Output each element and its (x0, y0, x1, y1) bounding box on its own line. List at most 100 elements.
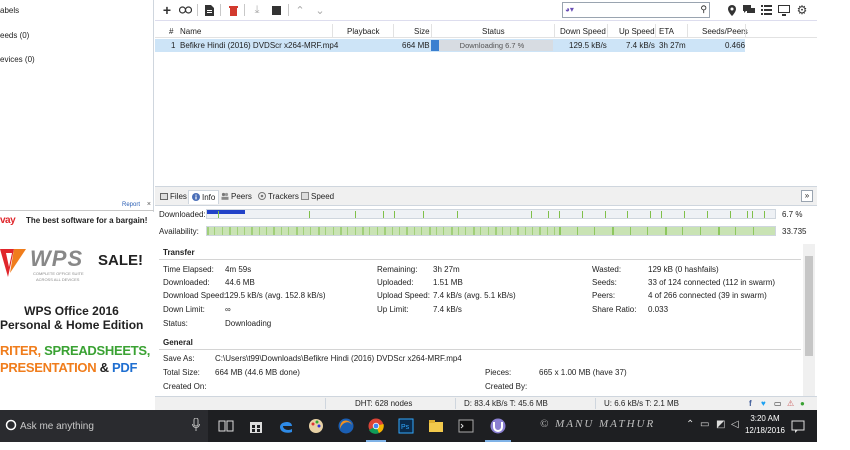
connection-ok-icon[interactable]: ● (800, 399, 805, 408)
row-size: 664 MB (402, 41, 430, 50)
ad-edition: Personal & Home Edition (0, 318, 144, 332)
availability-streak (258, 227, 260, 235)
column-divider (431, 24, 432, 38)
tab-files[interactable]: Files (157, 190, 190, 204)
stop-icon[interactable] (268, 2, 284, 18)
chrome-icon[interactable] (367, 417, 385, 435)
remote-icon[interactable] (776, 2, 792, 18)
tray-expand-icon[interactable]: ⌃ (686, 419, 694, 430)
create-torrent-icon[interactable] (201, 2, 217, 18)
downloaded-piece-mark (456, 211, 458, 218)
status-download[interactable]: D: 83.4 kB/s T: 45.6 MB (464, 399, 548, 408)
search-icon[interactable]: ⚲ (700, 4, 707, 15)
twitter-icon[interactable]: ♥ (761, 399, 766, 408)
move-down-icon[interactable]: ⌄ (312, 2, 328, 18)
paint-icon[interactable] (307, 417, 325, 435)
cortana-search[interactable]: Ask me anything (0, 410, 208, 442)
store-icon[interactable] (247, 417, 265, 435)
add-link-icon[interactable] (177, 2, 193, 18)
availability-streak (428, 227, 431, 235)
downloaded-piece-mark (752, 211, 754, 218)
save-as-label: Save As: (163, 354, 195, 363)
availability-streak (647, 227, 649, 235)
save-as-value: C:\Users\t99\Downloads\Befikre Hindi (20… (215, 354, 462, 363)
clock-date[interactable]: 12/18/2016 (743, 426, 787, 435)
facebook-icon[interactable]: f (749, 399, 752, 408)
availability-streak (332, 227, 334, 235)
status-dht: DHT: 628 nodes (355, 399, 413, 408)
settings-icon[interactable]: ⚙ (794, 2, 810, 18)
tabs-menu-button[interactable]: » (801, 190, 813, 202)
table-row[interactable]: 1 Befikre Hindi (2016) DVDScr x264-MRF.m… (155, 39, 745, 52)
move-up-icon[interactable]: ⌃ (292, 2, 308, 18)
device-icon[interactable]: ▭ (774, 399, 782, 408)
edge-icon[interactable] (277, 417, 295, 435)
tab-peers[interactable]: Peers (218, 190, 255, 204)
column-header-down-speed[interactable]: Down Speed (560, 27, 606, 36)
add-torrent-icon[interactable]: + (159, 2, 175, 18)
column-header-up-speed[interactable]: Up Speed (619, 27, 655, 36)
column-header-size[interactable]: Size (414, 27, 430, 36)
battery-icon[interactable]: ▭ (700, 419, 709, 430)
downloaded-piece-mark (746, 211, 748, 218)
ad-feature-and: & (96, 360, 113, 375)
column-header-seeds-peers[interactable]: Seeds/Peers (702, 27, 748, 36)
command-prompt-icon[interactable] (457, 417, 475, 435)
availability-streak (576, 227, 578, 235)
taskbar: Ask me anything Ps © MANU MATHUR ⌃ ▭ ◩ ◁… (0, 410, 817, 442)
column-header-index[interactable]: # (169, 27, 173, 36)
start-icon[interactable]: ⤓ (249, 2, 265, 18)
down-limit-label: Down Limit: (163, 305, 205, 314)
row-status: Downloading 6.7 % (459, 41, 525, 50)
chat-icon[interactable] (741, 2, 757, 18)
status-upload[interactable]: U: 6.6 kB/s T: 2.1 MB (604, 399, 679, 408)
file-explorer-icon[interactable] (427, 417, 445, 435)
downloaded-piece-mark (309, 211, 311, 218)
search-input[interactable] (583, 4, 691, 16)
remaining-value: 3h 27m (433, 265, 460, 274)
downloaded-bar (206, 209, 776, 219)
availability-streak (664, 227, 667, 235)
info-scrollbar-thumb[interactable] (805, 256, 813, 356)
utorrent-icon[interactable] (489, 417, 507, 435)
column-header-playback[interactable]: Playback (347, 27, 379, 36)
tab-info[interactable]: Info (188, 190, 220, 204)
search-box[interactable]: ◕▾ ⚲ (562, 2, 710, 18)
sidebar-item-labels[interactable]: abels (0, 6, 19, 18)
info-scrollbar[interactable] (803, 244, 815, 396)
info-panel: Transfer Time Elapsed: 4m 59s Downloaded… (155, 244, 817, 396)
downloaded-piece-mark (661, 211, 663, 218)
photoshop-icon[interactable]: Ps (397, 417, 415, 435)
ad-close-button[interactable]: × (147, 201, 151, 208)
upload-speed-label: Upload Speed: (377, 291, 430, 300)
toolbar-divider (244, 4, 245, 16)
column-header-status[interactable]: Status (482, 27, 505, 36)
warning-icon[interactable]: ⚠ (787, 399, 794, 408)
availability-streak (295, 227, 298, 235)
availability-streak (502, 227, 504, 235)
column-header-name[interactable]: Name (180, 27, 201, 36)
status-bar: DHT: 628 nodes D: 83.4 kB/s T: 45.6 MB U… (155, 396, 817, 410)
tab-speed[interactable]: Speed (298, 190, 337, 204)
clock-time[interactable]: 3:20 AM (747, 414, 783, 423)
advertisement[interactable]: vay The best software for a bargain! WPS… (0, 212, 154, 396)
task-view-icon[interactable] (217, 417, 235, 435)
microphone-icon[interactable] (192, 418, 200, 432)
sidebar-item-feeds[interactable]: eeds (0) (0, 31, 29, 43)
volume-icon[interactable]: ◁ (731, 419, 739, 430)
list-view-icon[interactable] (758, 2, 774, 18)
column-header-eta[interactable]: ETA (659, 27, 674, 36)
firefox-icon[interactable] (337, 417, 355, 435)
remove-icon[interactable] (225, 2, 241, 18)
notification-icon[interactable] (789, 417, 807, 435)
tab-trackers[interactable]: Trackers (255, 190, 302, 204)
search-provider-icon[interactable]: ◕▾ (565, 5, 581, 16)
sidebar-item-devices[interactable]: evices (0) (0, 55, 35, 67)
availability-streak (531, 227, 533, 235)
availability-streak (214, 227, 216, 235)
ad-report-link[interactable]: Report (122, 202, 140, 208)
info-icon (192, 193, 200, 201)
location-icon[interactable] (724, 2, 740, 18)
network-icon[interactable]: ◩ (716, 419, 725, 430)
trackers-icon (258, 192, 266, 200)
